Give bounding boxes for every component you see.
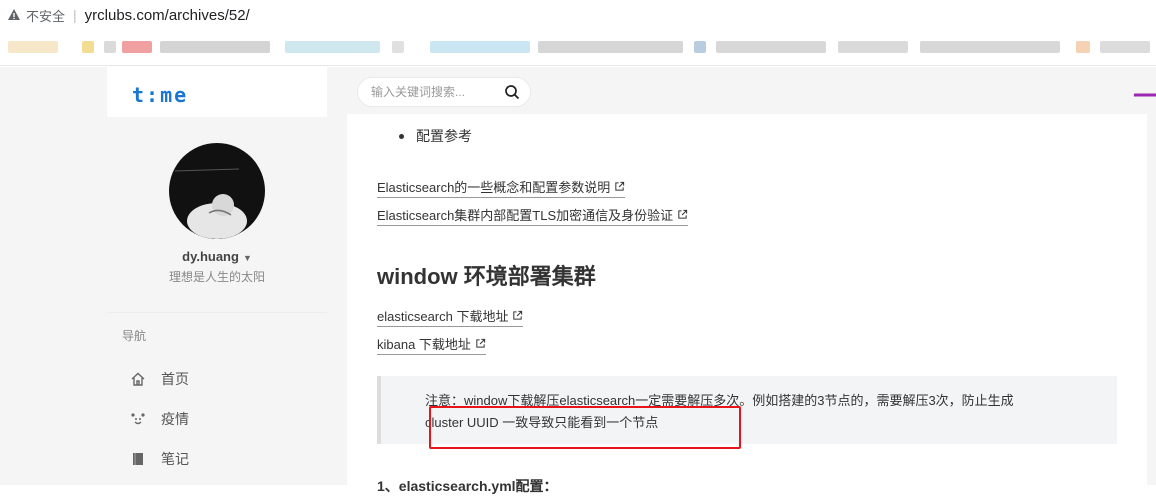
bookmarks-bar bbox=[0, 30, 1156, 66]
download-link[interactable]: kibana 下载地址 bbox=[377, 334, 486, 355]
site-logo[interactable]: t:me bbox=[132, 83, 188, 107]
link-text[interactable]: elasticsearch 下载地址 bbox=[377, 306, 508, 325]
search-box[interactable] bbox=[357, 77, 531, 107]
url-text[interactable]: yrclubs.com/archives/52/ bbox=[85, 7, 250, 24]
nav-item-label: 疫情 bbox=[161, 411, 189, 427]
list-item-text: 配置参考 bbox=[416, 128, 472, 144]
address-bar[interactable]: 不安全 | yrclubs.com/archives/52/ bbox=[0, 0, 1156, 30]
sidebar: t:me dy.huang ▼ 理想是人生的太阳 导航 首页 疫情 笔记 bbox=[107, 67, 327, 485]
address-separator: | bbox=[73, 7, 77, 23]
warning-icon[interactable] bbox=[6, 7, 22, 23]
username[interactable]: dy.huang ▼ bbox=[107, 249, 327, 264]
bullet-dot bbox=[399, 133, 404, 139]
article-link[interactable]: Elasticsearch集群内部配置TLS加密通信及身份验证 bbox=[377, 205, 689, 226]
nav-item-label: 首页 bbox=[161, 371, 189, 387]
note-blockquote: 注意：window下载解压elasticsearch一定需要解压多次。例如搭建的… bbox=[377, 376, 1117, 449]
bookmark-item[interactable] bbox=[285, 41, 380, 53]
face-icon bbox=[129, 410, 147, 428]
bookmark-item[interactable] bbox=[920, 41, 1060, 53]
profile-card: dy.huang ▼ 理想是人生的太阳 bbox=[107, 117, 327, 312]
bookmark-item[interactable] bbox=[392, 41, 404, 53]
home-icon bbox=[129, 370, 147, 388]
bookmark-item[interactable] bbox=[104, 41, 116, 53]
user-motto: 理想是人生的太阳 bbox=[168, 270, 265, 284]
navigation: 导航 首页 疫情 笔记 bbox=[107, 312, 327, 485]
avatar[interactable] bbox=[169, 143, 265, 239]
external-link-icon bbox=[615, 181, 625, 191]
nav-item-epidemic[interactable]: 疫情 bbox=[129, 407, 189, 431]
article-content: 配置参考 Elasticsearch的一些概念和配置参数说明 Elasticse… bbox=[347, 114, 1147, 494]
article-link[interactable]: Elasticsearch的一些概念和配置参数说明 bbox=[377, 177, 626, 198]
link-text[interactable]: Elasticsearch的一些概念和配置参数说明 bbox=[377, 177, 610, 196]
nav-item-home[interactable]: 首页 bbox=[129, 367, 189, 391]
bookmark-item[interactable] bbox=[694, 41, 706, 53]
bookmark-item[interactable] bbox=[716, 41, 826, 53]
book-icon bbox=[129, 450, 147, 468]
nav-heading: 导航 bbox=[122, 329, 147, 343]
nav-item-label: 笔记 bbox=[161, 451, 189, 467]
search-input[interactable] bbox=[371, 85, 499, 99]
external-link-icon bbox=[678, 209, 688, 219]
subsection-heading: 1、elasticsearch.yml配置： bbox=[377, 478, 558, 494]
link-text[interactable]: Elasticsearch集群内部配置TLS加密通信及身份验证 bbox=[377, 205, 673, 224]
bookmark-item[interactable] bbox=[430, 41, 530, 53]
search-icon[interactable] bbox=[504, 84, 520, 100]
username-text[interactable]: dy.huang bbox=[182, 249, 239, 264]
bookmark-item[interactable] bbox=[1100, 41, 1150, 53]
insecure-label[interactable]: 不安全 bbox=[26, 6, 65, 25]
bookmark-item[interactable] bbox=[1076, 41, 1090, 53]
bookmark-item[interactable] bbox=[122, 41, 152, 53]
link-text[interactable]: kibana 下载地址 bbox=[377, 334, 471, 353]
nav-item-notes[interactable]: 笔记 bbox=[129, 447, 189, 471]
bookmark-item[interactable] bbox=[538, 41, 683, 53]
chevron-down-icon[interactable]: ▼ bbox=[243, 253, 252, 263]
bookmark-item[interactable] bbox=[838, 41, 908, 53]
external-link-icon bbox=[476, 338, 486, 348]
arrow-right-icon[interactable] bbox=[1134, 85, 1156, 97]
section-heading: window 环境部署集群 bbox=[377, 264, 596, 289]
bookmark-item[interactable] bbox=[82, 41, 94, 53]
bookmark-item[interactable] bbox=[160, 41, 270, 53]
download-link[interactable]: elasticsearch 下载地址 bbox=[377, 306, 524, 327]
highlight-box bbox=[429, 406, 741, 449]
external-link-icon bbox=[513, 310, 523, 320]
list-item: 配置参考 bbox=[399, 126, 472, 146]
bookmark-item[interactable] bbox=[8, 41, 58, 53]
